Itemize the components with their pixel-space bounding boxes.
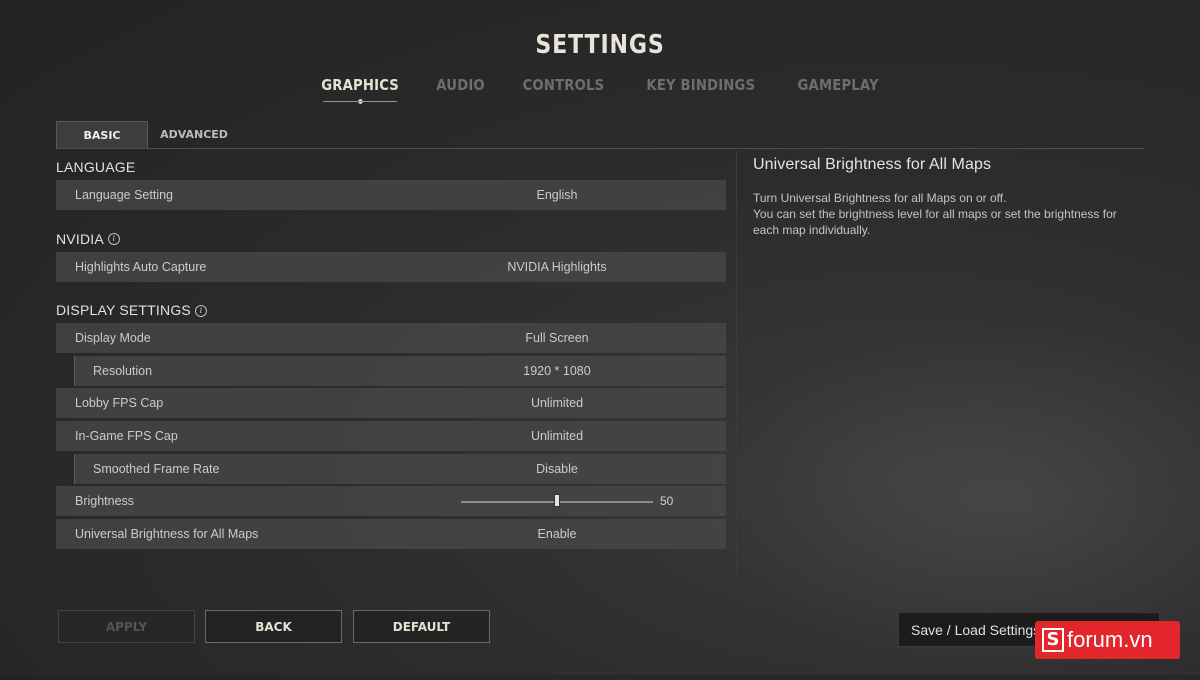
subtab-advanced[interactable]: ADVANCED bbox=[148, 121, 240, 148]
section-display-label: DISPLAY SETTINGS bbox=[56, 302, 191, 319]
setting-value[interactable]: Enable bbox=[486, 519, 628, 549]
section-language-label: LANGUAGE bbox=[56, 159, 136, 175]
setting-label: Language Setting bbox=[75, 188, 174, 202]
watermark-mark: S bbox=[1042, 628, 1064, 652]
setting-value[interactable]: Unlimited bbox=[486, 388, 628, 418]
default-button[interactable]: DEFAULT bbox=[353, 610, 490, 643]
description-line: Turn Universal Brightness for all Maps o… bbox=[753, 191, 1007, 205]
tab-graphics[interactable]: GRAPHICS bbox=[321, 76, 399, 104]
section-language-title: LANGUAGE bbox=[56, 155, 726, 180]
info-icon[interactable]: i bbox=[194, 304, 207, 317]
description-panel: Universal Brightness for All Maps Turn U… bbox=[753, 156, 1133, 238]
setting-row-display-mode[interactable]: Display Mode Full Screen bbox=[56, 323, 726, 354]
tab-key-bindings[interactable]: KEY BINDINGS bbox=[647, 76, 756, 102]
tab-audio[interactable]: AUDIO bbox=[437, 76, 486, 102]
setting-value[interactable]: Disable bbox=[486, 454, 628, 484]
setting-label: In-Game FPS Cap bbox=[75, 428, 178, 443]
description-line: You can set the brightness level for all… bbox=[753, 207, 1117, 221]
setting-row-ingame-fps-cap[interactable]: In-Game FPS Cap Unlimited bbox=[56, 420, 726, 451]
setting-value[interactable]: English bbox=[486, 180, 628, 210]
description-title: Universal Brightness for All Maps bbox=[753, 156, 992, 173]
setting-value[interactable]: 1920 * 1080 bbox=[486, 356, 628, 386]
setting-value[interactable]: Full Screen bbox=[486, 323, 628, 353]
setting-row-brightness[interactable]: Brightness 50 bbox=[56, 486, 726, 517]
page-title: SETTINGS bbox=[535, 30, 665, 60]
setting-value[interactable]: Unlimited bbox=[486, 421, 628, 451]
setting-label: Resolution bbox=[93, 363, 153, 378]
setting-row-resolution[interactable]: Resolution 1920 * 1080 bbox=[74, 355, 726, 386]
setting-label: Display Mode bbox=[75, 331, 151, 346]
subtab-basic[interactable]: BASIC bbox=[56, 121, 148, 148]
info-icon[interactable]: i bbox=[107, 233, 120, 246]
setting-row-lobby-fps-cap[interactable]: Lobby FPS Cap Unlimited bbox=[56, 388, 726, 419]
description-line: each map individually. bbox=[753, 223, 871, 237]
setting-label: Universal Brightness for All Maps bbox=[75, 526, 259, 541]
setting-row-smoothed-frame-rate[interactable]: Smoothed Frame Rate Disable bbox=[74, 453, 726, 484]
setting-label: Highlights Auto Capture bbox=[75, 259, 207, 274]
apply-button[interactable]: APPLY bbox=[58, 610, 195, 643]
tab-controls[interactable]: CONTROLS bbox=[523, 76, 605, 102]
section-nvidia-label: NVIDIA bbox=[56, 230, 104, 247]
setting-row-universal-brightness[interactable]: Universal Brightness for All Maps Enable bbox=[56, 518, 726, 549]
brightness-value: 50 bbox=[660, 494, 674, 509]
watermark-text: forum.vn bbox=[1067, 627, 1153, 652]
setting-label: Smoothed Frame Rate bbox=[93, 461, 220, 476]
setting-row-language[interactable]: Language Setting English bbox=[56, 180, 726, 210]
brightness-slider-thumb[interactable] bbox=[554, 494, 560, 508]
panel-divider bbox=[736, 150, 737, 575]
main-tab-bar: GRAPHICS AUDIO CONTROLS KEY BINDINGS GAM… bbox=[0, 76, 1200, 104]
back-button[interactable]: BACK bbox=[205, 610, 342, 643]
setting-label: Lobby FPS Cap bbox=[75, 396, 164, 411]
section-display-title: DISPLAY SETTINGS i bbox=[56, 298, 726, 323]
setting-value[interactable]: NVIDIA Highlights bbox=[486, 252, 628, 282]
setting-row-highlights-auto-capture[interactable]: Highlights Auto Capture NVIDIA Highlight… bbox=[56, 251, 726, 282]
watermark-logo: S forum.vn bbox=[1035, 621, 1180, 659]
section-nvidia-title: NVIDIA i bbox=[56, 227, 726, 252]
sub-tab-bar: BASIC ADVANCED bbox=[56, 121, 1144, 149]
settings-panel: LANGUAGE Language Setting English NVIDIA… bbox=[56, 155, 726, 551]
tab-gameplay[interactable]: GAMEPLAY bbox=[797, 76, 878, 102]
setting-label: Brightness bbox=[75, 494, 135, 509]
